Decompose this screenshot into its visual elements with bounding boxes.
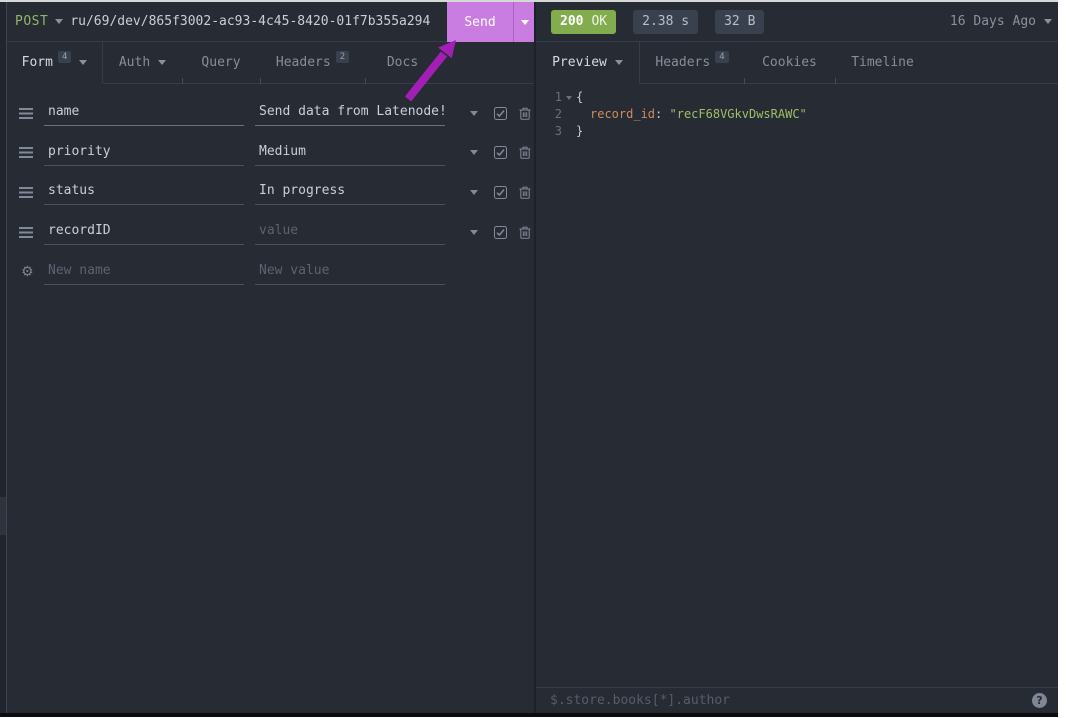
row-value-input[interactable]: Send data from Latenode!: [255, 96, 445, 126]
tab-preview-label: Preview: [552, 55, 607, 70]
tab-timeline-label: Timeline: [851, 55, 914, 70]
tab-docs[interactable]: Docs: [365, 42, 440, 84]
form-row-priority: priority Medium: [7, 133, 536, 173]
form-body-editor: name Send data from Latenode! pri: [7, 84, 536, 484]
tabbar-filler: [440, 42, 536, 84]
drag-handle-icon[interactable]: [19, 185, 39, 199]
send-options-chevron-down-icon[interactable]: [513, 2, 536, 42]
delete-row-trash-icon[interactable]: [516, 133, 534, 173]
request-tabbar: Form 4 Auth Query Headers 2 Docs: [7, 42, 536, 84]
value-options-chevron-down-icon[interactable]: [465, 212, 483, 252]
tab-docs-label: Docs: [387, 55, 418, 70]
auth-type-chevron-down-icon: [158, 60, 166, 65]
tab-response-headers-count-badge: 4: [715, 51, 728, 63]
screenshot-page: POST ru/69/dev/865f3002-ac93-4c45-8420-0…: [0, 0, 1066, 718]
row-name-input[interactable]: priority: [44, 136, 244, 166]
new-value-input[interactable]: New value: [255, 255, 445, 285]
sidebar-drag-handle[interactable]: [0, 497, 6, 535]
line-number: 1: [536, 89, 562, 106]
send-button-label[interactable]: Send: [447, 2, 513, 42]
row-value-input[interactable]: Medium: [255, 136, 445, 166]
row-enabled-checkbox-icon[interactable]: [491, 93, 509, 133]
form-row-new: ⚙ New name New value: [7, 252, 536, 292]
method-chevron-down-icon[interactable]: [55, 19, 63, 24]
fold-spacer: [562, 123, 576, 140]
status-code: 200: [560, 14, 583, 29]
tab-form[interactable]: Form 4: [7, 42, 103, 84]
value-options-chevron-down-icon[interactable]: [465, 133, 483, 173]
delete-row-trash-icon[interactable]: [516, 212, 534, 252]
tab-auth[interactable]: Auth: [103, 42, 182, 84]
value-options-chevron-down-icon[interactable]: [465, 172, 483, 212]
tab-form-label: Form: [22, 55, 53, 70]
drag-handle-icon[interactable]: [19, 106, 39, 120]
size-badge: 32 B: [715, 10, 764, 34]
tab-query[interactable]: Query: [182, 42, 260, 84]
tab-auth-label: Auth: [119, 55, 150, 70]
row-name-input[interactable]: recordID: [44, 215, 244, 245]
row-enabled-checkbox-icon[interactable]: [491, 212, 509, 252]
code-line: 1 {: [536, 89, 1058, 106]
form-row-status: status In progress: [7, 172, 536, 212]
tab-response-headers-label: Headers: [655, 55, 710, 70]
response-tabbar: Preview Headers 4 Cookies Timeline: [536, 42, 1058, 84]
delete-row-trash-icon[interactable]: [516, 172, 534, 212]
line-number: 3: [536, 123, 562, 140]
tabbar-filler: [930, 42, 1058, 84]
url-input[interactable]: ru/69/dev/865f3002-ac93-4c45-8420-01f7b3…: [70, 14, 430, 29]
row-name-input[interactable]: status: [44, 175, 244, 205]
status-badge: 200 OK: [551, 10, 616, 34]
response-history-dropdown[interactable]: 16 Days Ago: [950, 14, 1052, 29]
row-value-input[interactable]: value: [255, 215, 445, 245]
form-row-recordid: recordID value: [7, 212, 536, 252]
tab-timeline[interactable]: Timeline: [835, 42, 930, 84]
line-number: 2: [536, 106, 562, 123]
tab-preview[interactable]: Preview: [536, 42, 640, 84]
row-value-input[interactable]: In progress: [255, 175, 445, 205]
code-line: 2 record_id: "recF68VGkvDwsRAWC": [536, 106, 1058, 123]
response-body-preview: 1 { 2 record_id: "recF68VGkvDwsRAWC" 3 }: [536, 84, 1058, 687]
delete-row-trash-icon[interactable]: [516, 93, 534, 133]
tab-query-label: Query: [201, 55, 240, 70]
tab-headers[interactable]: Headers 2: [260, 42, 365, 84]
method-label[interactable]: POST: [15, 14, 48, 29]
row-name-input[interactable]: name: [44, 96, 244, 126]
response-filter-bar: $.store.books[*].author ?: [536, 687, 1058, 713]
fold-spacer: [562, 106, 576, 123]
tab-response-headers[interactable]: Headers 4: [640, 42, 744, 84]
drag-handle-icon[interactable]: [19, 225, 39, 239]
response-meta-bar: 200 OK 2.38 s 32 B 16 Days Ago: [536, 2, 1058, 42]
tab-headers-count-badge: 2: [336, 51, 349, 63]
form-type-chevron-down-icon: [79, 60, 87, 65]
send-button[interactable]: Send: [447, 2, 536, 42]
duration-badge: 2.38 s: [633, 10, 698, 34]
new-value-placeholder: New value: [259, 263, 329, 278]
code-line: 3 }: [536, 123, 1058, 140]
jsonpath-filter-input[interactable]: $.store.books[*].author: [550, 693, 1032, 708]
new-name-input[interactable]: New name: [44, 255, 244, 285]
collapsed-sidebar[interactable]: [0, 2, 7, 713]
response-history-label: 16 Days Ago: [950, 14, 1036, 29]
drag-handle-icon[interactable]: [19, 146, 39, 160]
row-enabled-checkbox-icon[interactable]: [491, 133, 509, 173]
value-placeholder: value: [259, 223, 298, 238]
new-name-placeholder: New name: [48, 263, 111, 278]
help-icon[interactable]: ?: [1032, 693, 1047, 708]
tab-cookies[interactable]: Cookies: [744, 42, 835, 84]
status-reason: OK: [591, 14, 607, 29]
tab-form-count-badge: 4: [58, 51, 71, 63]
preview-mode-chevron-down-icon: [615, 60, 623, 65]
fold-chevron-down-icon[interactable]: [562, 89, 576, 106]
api-client-window: POST ru/69/dev/865f3002-ac93-4c45-8420-0…: [0, 0, 1058, 713]
tab-cookies-label: Cookies: [762, 55, 817, 70]
tab-headers-label: Headers: [276, 55, 331, 70]
value-options-chevron-down-icon[interactable]: [465, 93, 483, 133]
form-row-name: name Send data from Latenode!: [7, 93, 536, 133]
json-key: record_id: [590, 107, 655, 121]
gear-icon[interactable]: ⚙: [21, 252, 34, 292]
json-string-value: "recF68VGkvDwsRAWC": [670, 107, 807, 121]
window-bottom-edge: [0, 713, 1058, 717]
history-chevron-down-icon: [1044, 19, 1052, 24]
row-enabled-checkbox-icon[interactable]: [491, 172, 509, 212]
